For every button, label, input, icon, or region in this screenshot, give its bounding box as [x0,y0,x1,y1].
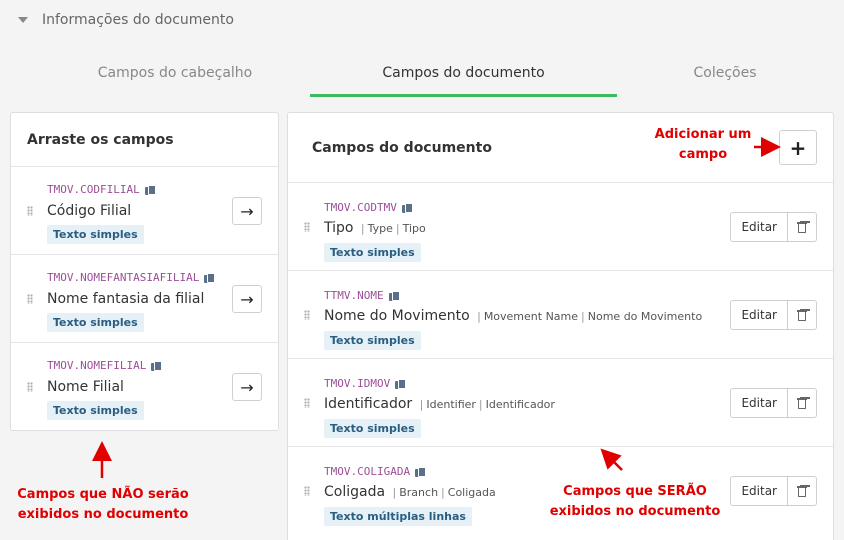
copy-icon[interactable] [204,272,216,283]
document-fields-panel: Campos do documento + TMOV.CODTMV Tipo |… [287,112,834,540]
arrow-right-icon: → [240,377,254,397]
trash-icon [797,397,807,409]
drag-handle-icon[interactable] [304,486,310,496]
copy-icon[interactable] [144,184,156,195]
field-label: Tipo | Type | Tipo [324,220,426,236]
field-label: Nome fantasia da filial [47,291,205,307]
field-code: TMOV.NOMEFANTASIAFILIAL [47,271,216,284]
field-type-badge: Texto simples [47,225,144,244]
document-fields-title: Campos do documento [312,139,492,156]
copy-icon[interactable] [151,360,163,371]
plus-icon: + [789,135,807,160]
available-fields-title: Arraste os campos [11,113,278,167]
copy-icon[interactable] [388,290,400,301]
tab-bar: Campos do cabeçalho Campos do documento … [0,50,844,96]
delete-button[interactable] [788,388,817,418]
field-type-badge: Texto simples [47,313,144,332]
drag-handle-icon[interactable] [27,205,33,216]
edit-button[interactable]: Editar [730,476,788,506]
drag-handle-icon[interactable] [304,397,310,408]
arrow-right-icon: → [240,201,254,221]
edit-button[interactable]: Editar [730,300,788,330]
field-type-badge: Texto simples [324,243,421,262]
section-title: Informações do documento [42,12,234,28]
field-label: Identificador | Identifier | Identificador [324,396,555,412]
annotation-text: exibidos no documento [17,507,189,522]
annotation-text: Adicionar um [654,127,752,142]
drag-handle-icon[interactable] [27,382,33,392]
move-to-document-button[interactable]: → [232,373,262,401]
row-actions: Editar [730,212,817,242]
edit-button[interactable]: Editar [730,212,788,242]
document-field-row[interactable]: TMOV.IDMOV Identificador | Identifier | Ide… [288,359,833,447]
annotation-text: exibidos no documento [549,504,721,519]
field-label: Coligada | Branch | Coligada [324,484,496,500]
field-type-badge: Texto múltiplas linhas [324,507,472,526]
tab-collections[interactable]: Coleções [617,50,833,96]
move-to-document-button[interactable]: → [232,197,262,225]
add-field-button[interactable]: + [779,130,817,165]
field-code: TMOV.NOMEFILIAL [47,359,163,372]
caret-down-icon[interactable] [18,17,28,23]
tab-document-fields[interactable]: Campos do documento [310,50,617,96]
available-field-row[interactable]: TMOV.NOMEFANTASIAFILIAL Nome fantasia da… [11,255,278,343]
field-code: TMOV.CODTMV [324,201,413,214]
available-fields-panel: Arraste os campos TMOV.CODFILIAL Código … [10,112,279,431]
annotation-add-field: Adicionar um campo [648,125,758,165]
field-type-badge: Texto simples [324,331,421,350]
trash-icon [797,221,807,233]
row-actions: Editar [730,300,817,330]
delete-button[interactable] [788,476,817,506]
annotation-right-panel: Campos que SERÃO exibidos no documento [540,482,730,522]
document-field-row[interactable]: TMOV.CODTMV Tipo | Type | Tipo Texto simple… [288,183,833,271]
move-to-document-button[interactable]: → [232,285,262,313]
field-code: TMOV.CODFILIAL [47,183,156,196]
annotation-text: Campos que SERÃO [563,484,707,499]
annotation-left-panel: Campos que NÃO serão exibidos no documen… [10,485,196,525]
available-field-row[interactable]: TMOV.NOMEFILIAL Nome Filial Texto simple… [11,343,278,431]
field-code: TMOV.IDMOV [324,377,407,390]
trash-icon [797,309,807,321]
annotation-text: Campos que NÃO serão [17,487,189,502]
arrow-right-icon: → [240,289,254,309]
field-type-badge: Texto simples [47,401,144,420]
tab-header-fields[interactable]: Campos do cabeçalho [60,50,290,96]
delete-button[interactable] [788,212,817,242]
field-label: Nome do Movimento | Movement Name | Nome do… [324,308,703,324]
field-type-badge: Texto simples [324,419,421,438]
copy-icon[interactable] [401,202,413,213]
drag-handle-icon[interactable] [304,221,310,232]
row-actions: Editar [730,388,817,418]
field-label: Código Filial [47,203,132,219]
field-label: Nome Filial [47,379,124,395]
document-info-section-header[interactable]: Informações do documento [18,10,234,30]
active-tab-indicator [310,94,617,97]
document-field-row[interactable]: TTMV.NOME Nome do Movimento | Movement Na… [288,271,833,359]
annotation-text: campo [678,147,728,162]
drag-handle-icon[interactable] [27,293,33,304]
copy-icon[interactable] [415,466,427,477]
field-code: TMOV.COLIGADA [324,465,427,478]
delete-button[interactable] [788,300,817,330]
available-field-row[interactable]: TMOV.CODFILIAL Código Filial Texto simpl… [11,167,278,255]
trash-icon [797,485,807,497]
field-code: TTMV.NOME [324,289,400,302]
edit-button[interactable]: Editar [730,388,788,418]
row-actions: Editar [730,476,817,506]
copy-icon[interactable] [395,378,407,389]
drag-handle-icon[interactable] [304,309,310,320]
